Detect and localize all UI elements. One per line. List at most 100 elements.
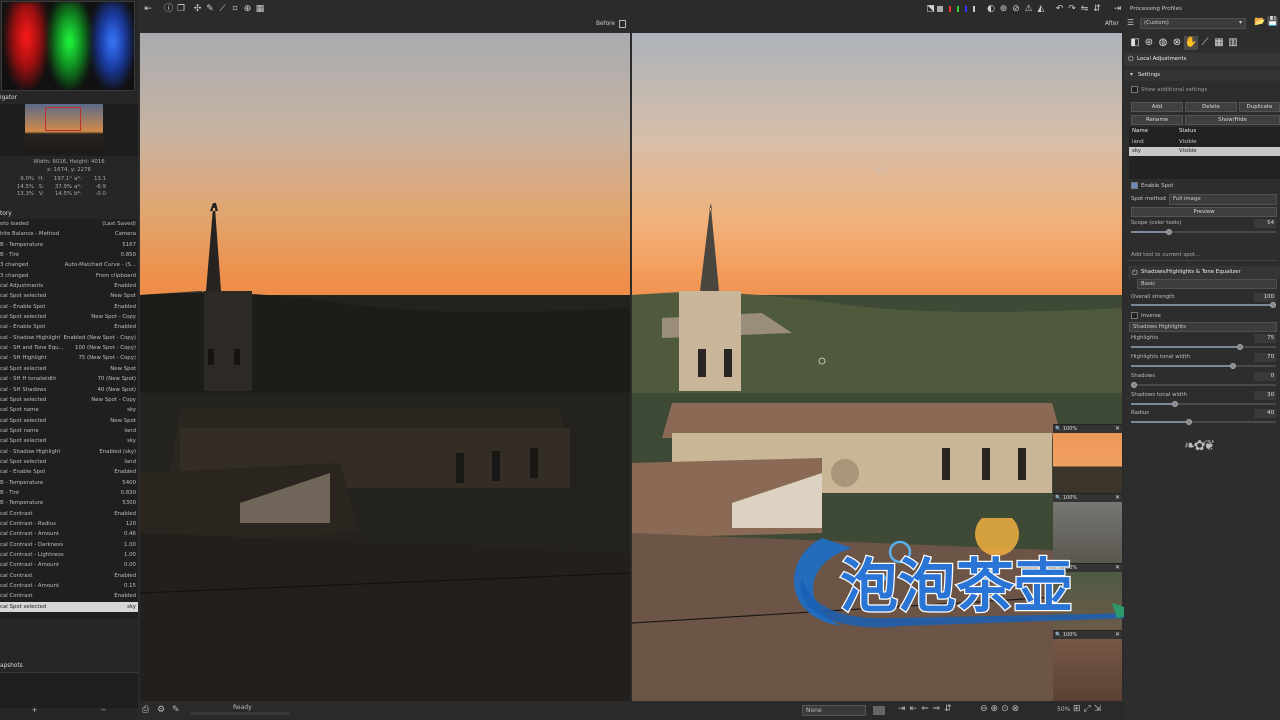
sh-mode-select[interactable]: Basic [1137,279,1277,289]
before-after-icon[interactable]: ❐ [175,3,187,15]
history-row[interactable]: cal - Enable Spot Enabled [0,322,138,332]
flip-horizontal-icon[interactable]: ⇋ [1079,3,1091,15]
warning-icon[interactable]: ⚠ [1023,3,1035,15]
showhide-button[interactable]: Show/Hide [1185,115,1280,125]
power-icon[interactable]: ⏻ [1128,55,1134,64]
history-row[interactable]: cal Spot name sky [0,405,138,415]
history-row[interactable]: cal Spot selected New Spot - Copy [0,395,138,405]
color-picker-icon[interactable]: ✎ [204,3,216,15]
history-row[interactable]: cal - Enable Spot Enabled [0,467,138,477]
clipped-icon[interactable]: ⊛ [998,3,1010,15]
straighten-icon[interactable]: ⟋ [217,3,229,15]
tab-exposure-icon[interactable]: ◧ [1128,36,1142,50]
history-row[interactable]: B - Temperature 5300 [0,498,138,508]
slider-track[interactable] [1131,362,1276,369]
perspective-icon[interactable]: ▦ [254,3,266,15]
tab-detail-icon[interactable]: ⊛ [1142,36,1156,50]
crop-icon[interactable]: ⌗ [229,3,241,15]
slider-value[interactable]: 75 [1254,334,1276,343]
queue-icon[interactable]: ⚙ [157,705,165,715]
preview-button[interactable]: Preview [1131,207,1277,217]
history-row[interactable]: B - Temperature 5167 [0,240,138,250]
profile-icon[interactable]: ☰ [1127,18,1134,27]
close-icon[interactable]: ✕ [1115,494,1120,502]
history-row[interactable]: cal Contrast Enabled [0,571,138,581]
history-row[interactable]: cal Spot selected New Spot [0,416,138,426]
history-row[interactable]: cal Contrast - Amount 0.00 [0,560,138,570]
spot-method-select[interactable]: Full image [1169,194,1277,205]
delete-button[interactable]: Delete [1185,102,1237,112]
power-icon[interactable]: ⏻ [1132,269,1138,278]
tab-local-icon[interactable]: ✋ [1184,36,1198,50]
remove-snapshot-button[interactable]: − [101,706,107,714]
before-image[interactable] [140,33,630,701]
tab-color-icon[interactable]: ◍ [1156,36,1170,50]
rename-button[interactable]: Rename [1131,115,1183,125]
rotate-right-icon[interactable]: ↷ [1066,3,1078,15]
collapse-left-icon[interactable]: ⇤ [142,3,154,15]
history-row[interactable]: cal Adjustments Enabled [0,281,138,291]
history-row[interactable]: cal Contrast - Amount 0.46 [0,529,138,539]
history-row[interactable]: cal - Shadow Highlight Enabled (sky) [0,447,138,457]
tab-advanced-icon[interactable]: ⊗ [1170,36,1184,50]
history-row[interactable]: B - Tint 0.850 [0,250,138,260]
snapshots-list[interactable] [0,672,138,708]
history-row[interactable]: 3 changed From clipboard [0,271,138,281]
history-row[interactable]: cal Spot name land [0,426,138,436]
save-profile-icon[interactable]: 💾 [1267,17,1278,27]
detail-window[interactable]: 🔍 100% ✕ [1053,424,1122,493]
external-editor-icon[interactable]: ✎ [172,705,180,715]
history-row[interactable]: cal - SH Shadows 40 (New Spot) [0,385,138,395]
softproof-icon[interactable]: ◭ [1035,3,1047,15]
slider-value[interactable]: 0 [1254,372,1276,381]
add-button[interactable]: Add [1131,102,1183,112]
slider-track[interactable] [1131,400,1276,407]
collapse-right-icon[interactable]: ⇥ [1112,3,1124,15]
settings-header[interactable]: ▾ Settings [1124,70,1280,81]
history-row[interactable]: 3 changed Auto-Matched Curve - (S... [0,260,138,270]
nav-icons[interactable]: ⇥⇤⇐⇒⇵ [898,704,956,714]
history-row[interactable]: oto loaded (Last Saved) [0,219,138,229]
history-row[interactable]: cal Spot selected sky [0,436,138,446]
bg-color-icon[interactable] [873,706,885,715]
history-row[interactable]: cal Spot selected New Spot [0,291,138,301]
zoom-icons[interactable]: ⊖⊕⊙⊗ [980,704,1022,714]
rotate-left-icon[interactable]: ↶ [1054,3,1066,15]
scope-slider[interactable] [1131,228,1276,235]
sh-header[interactable]: ⏻ Shadows/Highlights & Tone Equalizer [1128,266,1280,279]
local-adjustments-header[interactable]: ⏻ Local Adjustments [1124,53,1280,66]
focus-mask-icon[interactable]: ⬔ [925,3,937,15]
detail-window[interactable]: 🔍 100% ✕ [1053,630,1122,701]
show-additional-checkbox[interactable] [1131,86,1138,93]
history-row[interactable]: cal Contrast - Radius 120 [0,519,138,529]
sh-method-select[interactable]: Shadows Highlights [1129,322,1277,332]
spot-list[interactable]: Name Status land Visible sky Visible [1129,127,1280,179]
history-row[interactable]: cal - SH H tonalwidth 70 (New Spot) [0,374,138,384]
slider-track[interactable] [1131,381,1276,388]
history-row[interactable]: cal - SH and Tone Equ... 100 (New Spot - … [0,343,138,353]
window-icons[interactable]: ⊞⤢⇲ [1073,704,1104,714]
open-profile-icon[interactable]: 📂 [1254,17,1265,27]
lock-icon[interactable] [619,20,626,28]
save-icon[interactable]: ⎙ [142,705,149,715]
slider-track[interactable] [1131,418,1276,425]
hand-tool-icon[interactable]: ✣ [192,3,204,15]
slider-track[interactable] [1131,343,1276,350]
profile-select[interactable]: (Custom) [1140,18,1246,29]
preview-mode-icon[interactable]: ◐ [985,3,997,15]
history-row[interactable]: cal Spot selected sky [0,601,138,613]
overall-value[interactable]: 100 [1254,293,1276,302]
slider-value[interactable]: 30 [1254,391,1276,400]
history-row[interactable]: cal Contrast - Darkness 1.00 [0,540,138,550]
preview-channel-icons[interactable] [937,6,985,12]
history-row[interactable]: cal Contrast Enabled [0,591,138,601]
spot-row[interactable]: land Visible [1129,138,1280,147]
overall-slider[interactable] [1131,301,1276,308]
duplicate-button[interactable]: Duplicate [1239,102,1280,112]
scope-value[interactable]: 54 [1254,219,1276,228]
info-icon[interactable]: ⓘ [163,3,175,15]
slider-value[interactable]: 40 [1254,409,1276,418]
history-row[interactable]: B - Tint 0.830 [0,488,138,498]
tab-transform-icon[interactable]: ⟋ [1198,36,1212,50]
history-row[interactable]: cal Contrast - Amount 0.15 [0,581,138,591]
